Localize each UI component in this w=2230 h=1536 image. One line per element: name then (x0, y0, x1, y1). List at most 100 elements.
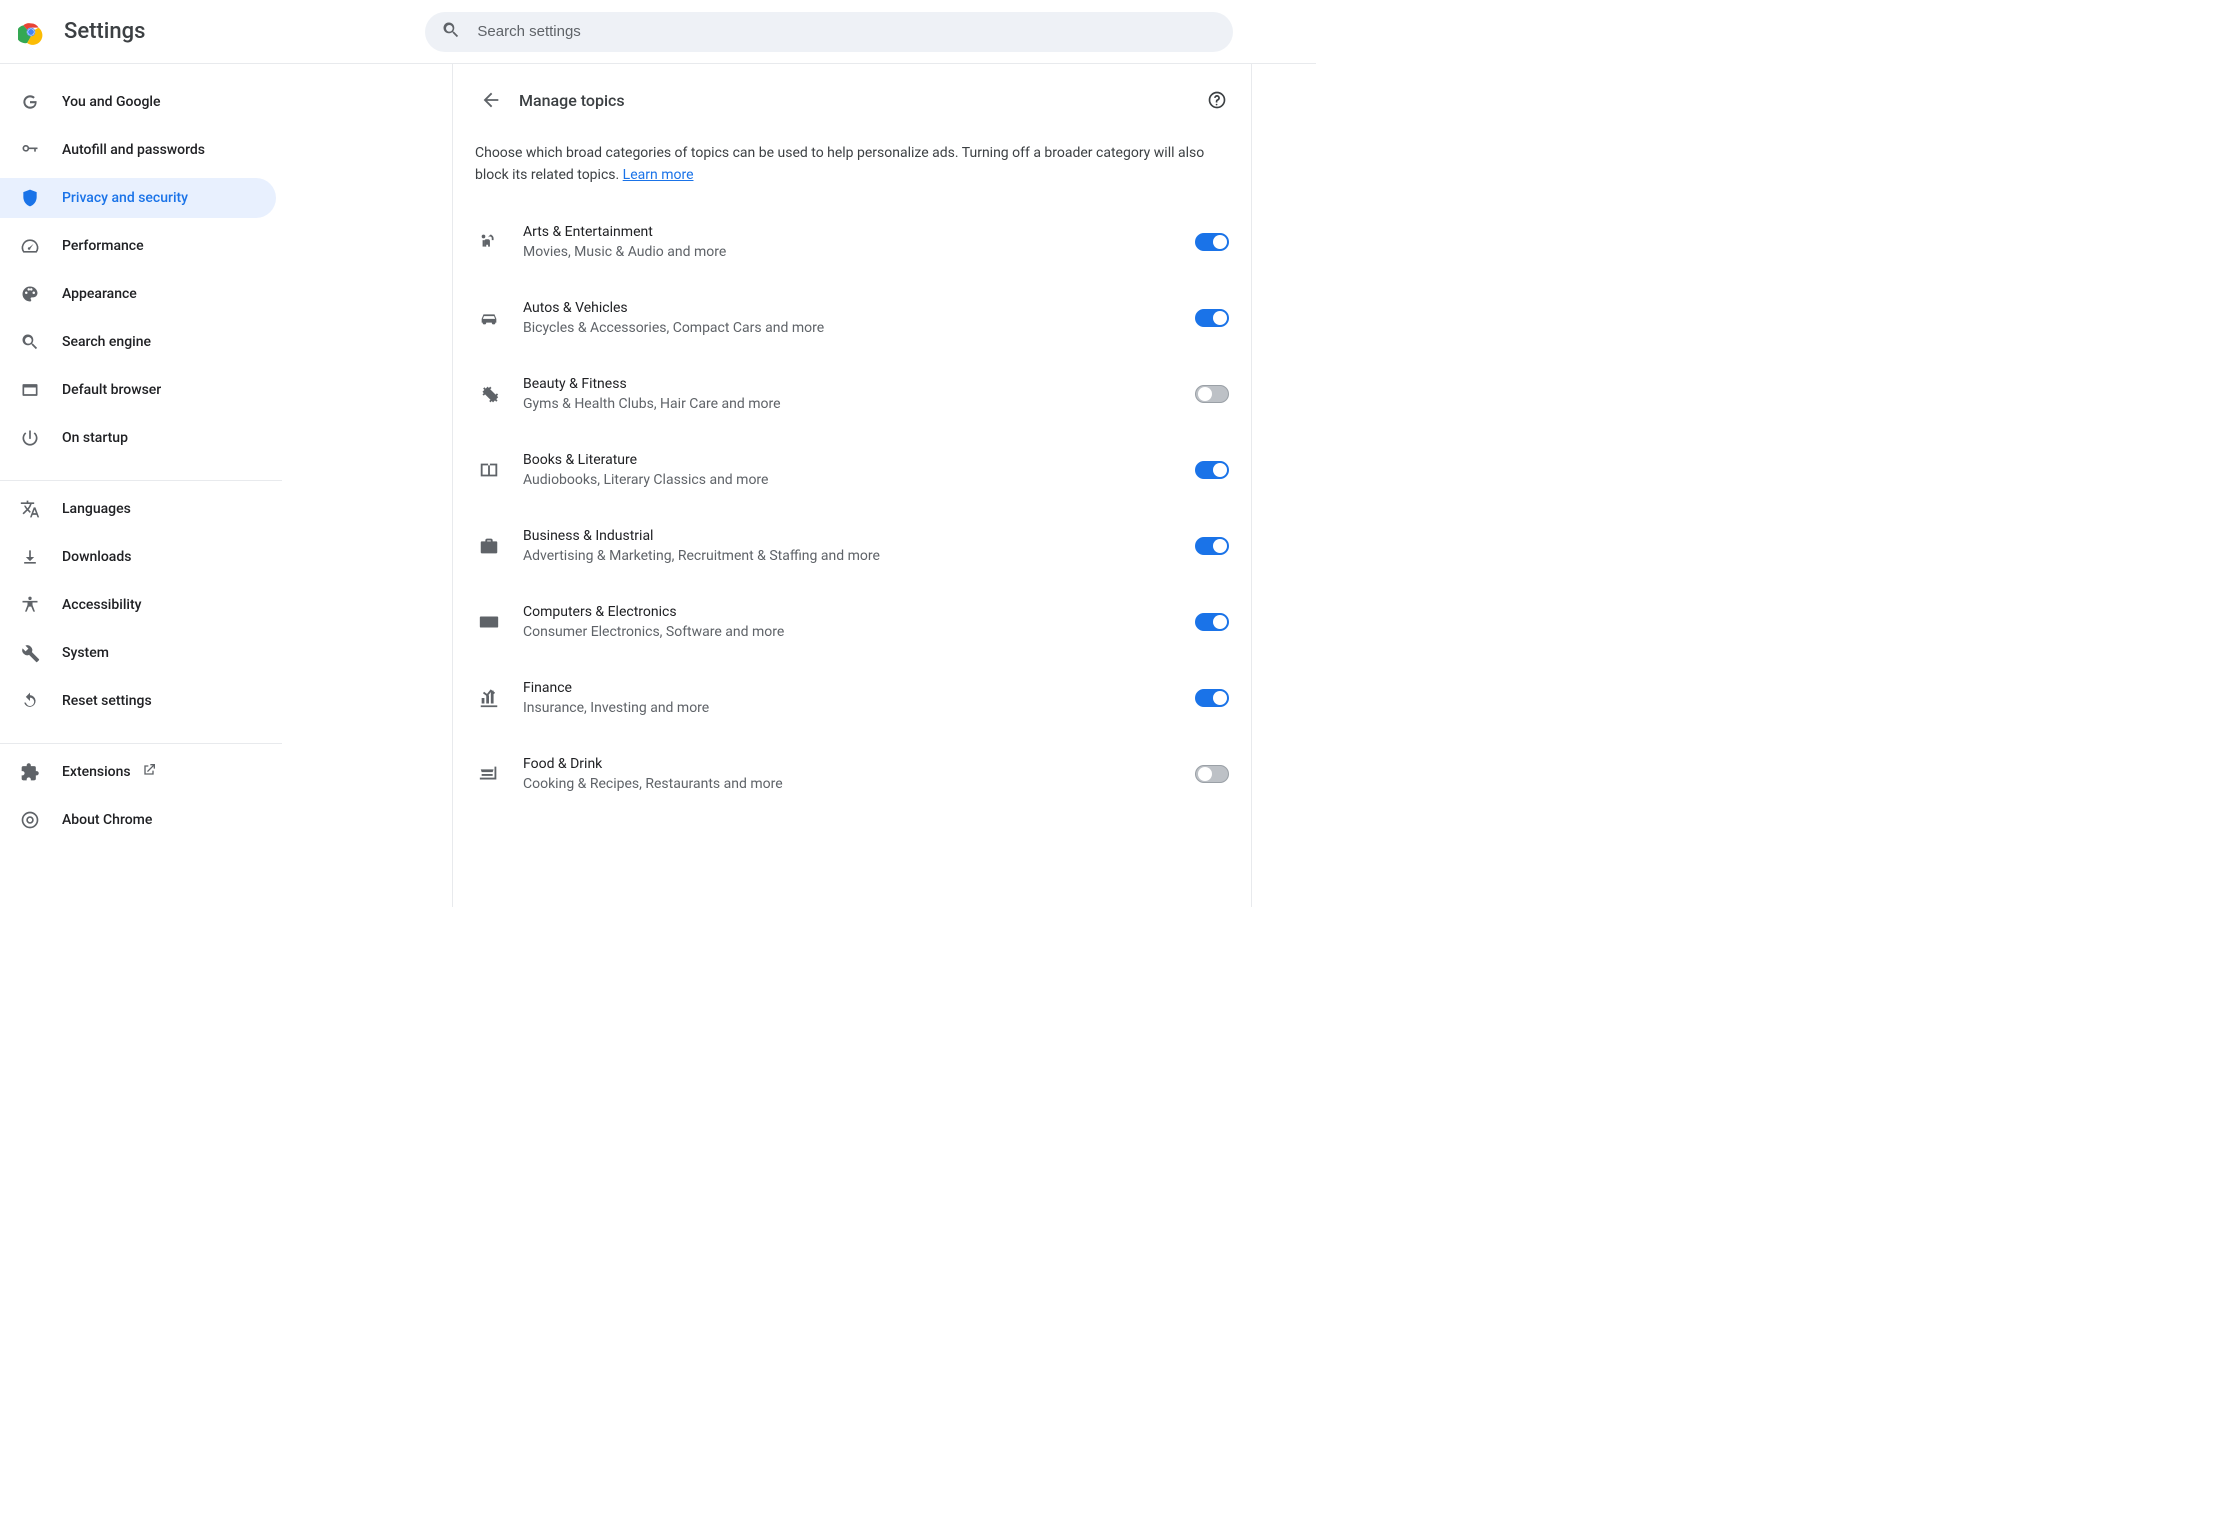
sidebar-item-appearance[interactable]: Appearance (0, 274, 276, 314)
back-button[interactable] (475, 84, 507, 116)
sidebar-item-about[interactable]: About Chrome (0, 800, 276, 840)
intro-text: Choose which broad categories of topics … (475, 145, 1204, 183)
learn-more-link[interactable]: Learn more (623, 167, 694, 183)
sidebar-item-default-browser[interactable]: Default browser (0, 370, 276, 410)
topic-row-business: Business & Industrial Advertising & Marke… (475, 508, 1229, 584)
topic-toggle-food[interactable] (1195, 765, 1229, 783)
sidebar-item-autofill[interactable]: Autofill and passwords (0, 130, 276, 170)
topic-toggle-finance[interactable] (1195, 689, 1229, 707)
topic-title: Food & Drink (523, 756, 1195, 772)
topic-row-autos: Autos & Vehicles Bicycles & Accessories, … (475, 280, 1229, 356)
sidebar-item-label: You and Google (62, 94, 160, 110)
topic-subtitle: Audiobooks, Literary Classics and more (523, 472, 1195, 488)
topic-subtitle: Advertising & Marketing, Recruitment & S… (523, 548, 1195, 564)
nav-divider (0, 743, 282, 744)
reset-icon (20, 691, 40, 711)
book-icon (475, 459, 503, 481)
finance-icon (475, 687, 503, 709)
sidebar-item-languages[interactable]: Languages (0, 489, 276, 529)
chrome-logo-icon (18, 19, 44, 45)
keyboard-icon (475, 611, 503, 633)
sidebar-item-system[interactable]: System (0, 633, 276, 673)
sidebar-item-label: Privacy and security (62, 190, 188, 206)
key-icon (20, 140, 40, 160)
speed-icon (20, 236, 40, 256)
sidebar-item-downloads[interactable]: Downloads (0, 537, 276, 577)
topic-title: Arts & Entertainment (523, 224, 1195, 240)
fitness-icon (475, 383, 503, 405)
topic-row-beauty: Beauty & Fitness Gyms & Health Clubs, Hai… (475, 356, 1229, 432)
chrome-icon (20, 810, 40, 830)
sidebar-item-label: Downloads (62, 549, 131, 565)
topic-subtitle: Bicycles & Accessories, Compact Cars and… (523, 320, 1195, 336)
sidebar-item-reset[interactable]: Reset settings (0, 681, 276, 721)
download-icon (20, 547, 40, 567)
topic-subtitle: Gyms & Health Clubs, Hair Care and more (523, 396, 1195, 412)
topic-row-food: Food & Drink Cooking & Recipes, Restauran… (475, 736, 1229, 812)
sidebar-item-label: Autofill and passwords (62, 142, 205, 158)
topic-toggle-beauty[interactable] (1195, 385, 1229, 403)
sidebar-item-on-startup[interactable]: On startup (0, 418, 276, 458)
sidebar-item-label: Search engine (62, 334, 151, 350)
sidebar-item-you-and-google[interactable]: You and Google (0, 82, 276, 122)
arts-icon (475, 231, 503, 253)
search-settings-box[interactable] (425, 12, 1233, 52)
food-icon (475, 763, 503, 785)
sidebar: You and Google Autofill and passwords Priv… (0, 64, 282, 907)
sidebar-item-label: Extensions (62, 764, 131, 780)
palette-icon (20, 284, 40, 304)
topic-subtitle: Consumer Electronics, Software and more (523, 624, 1195, 640)
topic-title: Beauty & Fitness (523, 376, 1195, 392)
google-icon (20, 92, 40, 112)
topic-title: Books & Literature (523, 452, 1195, 468)
help-button[interactable] (1205, 88, 1229, 112)
sidebar-item-label: Default browser (62, 382, 161, 398)
sidebar-item-label: About Chrome (62, 812, 152, 828)
accessibility-icon (20, 595, 40, 615)
topic-title: Finance (523, 680, 1195, 696)
sidebar-item-privacy[interactable]: Privacy and security (0, 178, 276, 218)
topic-title: Autos & Vehicles (523, 300, 1195, 316)
briefcase-icon (475, 535, 503, 557)
browser-icon (20, 380, 40, 400)
topic-toggle-books[interactable] (1195, 461, 1229, 479)
sidebar-item-label: Accessibility (62, 597, 141, 613)
nav-divider (0, 480, 282, 481)
topic-row-books: Books & Literature Audiobooks, Literary C… (475, 432, 1229, 508)
sidebar-item-search-engine[interactable]: Search engine (0, 322, 276, 362)
translate-icon (20, 499, 40, 519)
topic-toggle-business[interactable] (1195, 537, 1229, 555)
power-icon (20, 428, 40, 448)
open-external-icon (141, 762, 157, 782)
search-settings-input[interactable] (475, 22, 1217, 41)
topic-row-finance: Finance Insurance, Investing and more (475, 660, 1229, 736)
sidebar-item-label: On startup (62, 430, 128, 446)
shield-icon (20, 188, 40, 208)
sidebar-item-label: Reset settings (62, 693, 152, 709)
topic-subtitle: Insurance, Investing and more (523, 700, 1195, 716)
topic-toggle-computers[interactable] (1195, 613, 1229, 631)
topic-title: Business & Industrial (523, 528, 1195, 544)
sidebar-item-label: System (62, 645, 109, 661)
topic-title: Computers & Electronics (523, 604, 1195, 620)
app-title: Settings (64, 19, 145, 44)
sidebar-item-label: Performance (62, 238, 144, 254)
page-title: Manage topics (519, 91, 625, 110)
sidebar-item-extensions[interactable]: Extensions (0, 752, 276, 792)
topic-subtitle: Movies, Music & Audio and more (523, 244, 1195, 260)
extension-icon (20, 762, 40, 782)
search-icon (20, 332, 40, 352)
build-icon (20, 643, 40, 663)
sidebar-item-accessibility[interactable]: Accessibility (0, 585, 276, 625)
topic-row-computers: Computers & Electronics Consumer Electron… (475, 584, 1229, 660)
topic-toggle-arts[interactable] (1195, 233, 1229, 251)
search-icon (441, 20, 475, 44)
sidebar-item-label: Appearance (62, 286, 137, 302)
topic-toggle-autos[interactable] (1195, 309, 1229, 327)
sidebar-item-label: Languages (62, 501, 131, 517)
topic-row-arts: Arts & Entertainment Movies, Music & Audi… (475, 204, 1229, 280)
topic-subtitle: Cooking & Recipes, Restaurants and more (523, 776, 1195, 792)
content-page: Manage topics Choose which broad categor… (452, 64, 1252, 907)
sidebar-item-performance[interactable]: Performance (0, 226, 276, 266)
car-icon (475, 307, 503, 329)
